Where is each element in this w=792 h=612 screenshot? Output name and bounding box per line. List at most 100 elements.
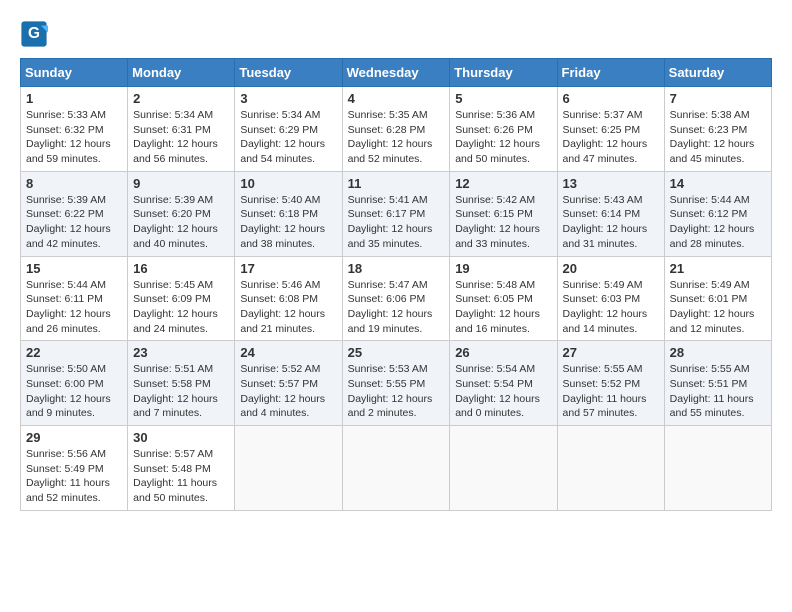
- calendar-cell: 14 Sunrise: 5:44 AM Sunset: 6:12 PM Dayl…: [664, 171, 771, 256]
- day-number: 26: [455, 345, 551, 360]
- day-number: 19: [455, 261, 551, 276]
- calendar-cell: 12 Sunrise: 5:42 AM Sunset: 6:15 PM Dayl…: [450, 171, 557, 256]
- svg-text:G: G: [28, 25, 40, 42]
- calendar-cell: 9 Sunrise: 5:39 AM Sunset: 6:20 PM Dayli…: [128, 171, 235, 256]
- day-number: 27: [563, 345, 659, 360]
- calendar-cell: 23 Sunrise: 5:51 AM Sunset: 5:58 PM Dayl…: [128, 341, 235, 426]
- day-number: 22: [26, 345, 122, 360]
- calendar-cell: 5 Sunrise: 5:36 AM Sunset: 6:26 PM Dayli…: [450, 87, 557, 172]
- day-info: Sunrise: 5:53 AM Sunset: 5:55 PM Dayligh…: [348, 362, 445, 421]
- day-info: Sunrise: 5:41 AM Sunset: 6:17 PM Dayligh…: [348, 193, 445, 252]
- calendar-cell: 22 Sunrise: 5:50 AM Sunset: 6:00 PM Dayl…: [21, 341, 128, 426]
- calendar-cell: 26 Sunrise: 5:54 AM Sunset: 5:54 PM Dayl…: [450, 341, 557, 426]
- day-number: 6: [563, 91, 659, 106]
- day-number: 3: [240, 91, 336, 106]
- day-info: Sunrise: 5:44 AM Sunset: 6:12 PM Dayligh…: [670, 193, 766, 252]
- day-number: 25: [348, 345, 445, 360]
- weekday-header-tuesday: Tuesday: [235, 59, 342, 87]
- day-info: Sunrise: 5:33 AM Sunset: 6:32 PM Dayligh…: [26, 108, 122, 167]
- day-info: Sunrise: 5:46 AM Sunset: 6:08 PM Dayligh…: [240, 278, 336, 337]
- day-number: 28: [670, 345, 766, 360]
- day-info: Sunrise: 5:34 AM Sunset: 6:31 PM Dayligh…: [133, 108, 229, 167]
- day-info: Sunrise: 5:50 AM Sunset: 6:00 PM Dayligh…: [26, 362, 122, 421]
- day-info: Sunrise: 5:49 AM Sunset: 6:03 PM Dayligh…: [563, 278, 659, 337]
- calendar-cell: 7 Sunrise: 5:38 AM Sunset: 6:23 PM Dayli…: [664, 87, 771, 172]
- page-header: G: [20, 20, 772, 48]
- calendar-week-1: 1 Sunrise: 5:33 AM Sunset: 6:32 PM Dayli…: [21, 87, 772, 172]
- calendar-week-2: 8 Sunrise: 5:39 AM Sunset: 6:22 PM Dayli…: [21, 171, 772, 256]
- calendar-cell: 16 Sunrise: 5:45 AM Sunset: 6:09 PM Dayl…: [128, 256, 235, 341]
- day-number: 4: [348, 91, 445, 106]
- calendar-cell: 4 Sunrise: 5:35 AM Sunset: 6:28 PM Dayli…: [342, 87, 450, 172]
- day-number: 5: [455, 91, 551, 106]
- day-number: 15: [26, 261, 122, 276]
- weekday-header-monday: Monday: [128, 59, 235, 87]
- calendar-cell: 15 Sunrise: 5:44 AM Sunset: 6:11 PM Dayl…: [21, 256, 128, 341]
- day-info: Sunrise: 5:51 AM Sunset: 5:58 PM Dayligh…: [133, 362, 229, 421]
- day-info: Sunrise: 5:40 AM Sunset: 6:18 PM Dayligh…: [240, 193, 336, 252]
- calendar-cell: 18 Sunrise: 5:47 AM Sunset: 6:06 PM Dayl…: [342, 256, 450, 341]
- calendar-cell: 29 Sunrise: 5:56 AM Sunset: 5:49 PM Dayl…: [21, 426, 128, 511]
- calendar-table: SundayMondayTuesdayWednesdayThursdayFrid…: [20, 58, 772, 511]
- day-number: 1: [26, 91, 122, 106]
- day-number: 11: [348, 176, 445, 191]
- weekday-header-row: SundayMondayTuesdayWednesdayThursdayFrid…: [21, 59, 772, 87]
- day-info: Sunrise: 5:35 AM Sunset: 6:28 PM Dayligh…: [348, 108, 445, 167]
- day-info: Sunrise: 5:47 AM Sunset: 6:06 PM Dayligh…: [348, 278, 445, 337]
- calendar-cell: [342, 426, 450, 511]
- day-info: Sunrise: 5:39 AM Sunset: 6:22 PM Dayligh…: [26, 193, 122, 252]
- day-number: 17: [240, 261, 336, 276]
- day-number: 21: [670, 261, 766, 276]
- day-info: Sunrise: 5:49 AM Sunset: 6:01 PM Dayligh…: [670, 278, 766, 337]
- calendar-cell: 28 Sunrise: 5:55 AM Sunset: 5:51 PM Dayl…: [664, 341, 771, 426]
- day-info: Sunrise: 5:45 AM Sunset: 6:09 PM Dayligh…: [133, 278, 229, 337]
- day-number: 23: [133, 345, 229, 360]
- day-number: 18: [348, 261, 445, 276]
- weekday-header-saturday: Saturday: [664, 59, 771, 87]
- day-number: 30: [133, 430, 229, 445]
- day-info: Sunrise: 5:54 AM Sunset: 5:54 PM Dayligh…: [455, 362, 551, 421]
- weekday-header-thursday: Thursday: [450, 59, 557, 87]
- calendar-cell: 17 Sunrise: 5:46 AM Sunset: 6:08 PM Dayl…: [235, 256, 342, 341]
- calendar-cell: [664, 426, 771, 511]
- day-info: Sunrise: 5:42 AM Sunset: 6:15 PM Dayligh…: [455, 193, 551, 252]
- day-info: Sunrise: 5:38 AM Sunset: 6:23 PM Dayligh…: [670, 108, 766, 167]
- weekday-header-wednesday: Wednesday: [342, 59, 450, 87]
- calendar-week-5: 29 Sunrise: 5:56 AM Sunset: 5:49 PM Dayl…: [21, 426, 772, 511]
- day-info: Sunrise: 5:56 AM Sunset: 5:49 PM Dayligh…: [26, 447, 122, 506]
- day-number: 10: [240, 176, 336, 191]
- calendar-cell: 10 Sunrise: 5:40 AM Sunset: 6:18 PM Dayl…: [235, 171, 342, 256]
- day-info: Sunrise: 5:48 AM Sunset: 6:05 PM Dayligh…: [455, 278, 551, 337]
- calendar-cell: 2 Sunrise: 5:34 AM Sunset: 6:31 PM Dayli…: [128, 87, 235, 172]
- day-number: 9: [133, 176, 229, 191]
- calendar-cell: 21 Sunrise: 5:49 AM Sunset: 6:01 PM Dayl…: [664, 256, 771, 341]
- calendar-cell: 25 Sunrise: 5:53 AM Sunset: 5:55 PM Dayl…: [342, 341, 450, 426]
- day-number: 24: [240, 345, 336, 360]
- day-info: Sunrise: 5:52 AM Sunset: 5:57 PM Dayligh…: [240, 362, 336, 421]
- day-number: 16: [133, 261, 229, 276]
- calendar-cell: [235, 426, 342, 511]
- calendar-cell: 11 Sunrise: 5:41 AM Sunset: 6:17 PM Dayl…: [342, 171, 450, 256]
- day-number: 14: [670, 176, 766, 191]
- day-info: Sunrise: 5:55 AM Sunset: 5:51 PM Dayligh…: [670, 362, 766, 421]
- day-number: 13: [563, 176, 659, 191]
- day-number: 2: [133, 91, 229, 106]
- calendar-cell: 8 Sunrise: 5:39 AM Sunset: 6:22 PM Dayli…: [21, 171, 128, 256]
- calendar-cell: 27 Sunrise: 5:55 AM Sunset: 5:52 PM Dayl…: [557, 341, 664, 426]
- calendar-cell: [450, 426, 557, 511]
- day-info: Sunrise: 5:34 AM Sunset: 6:29 PM Dayligh…: [240, 108, 336, 167]
- calendar-cell: 20 Sunrise: 5:49 AM Sunset: 6:03 PM Dayl…: [557, 256, 664, 341]
- day-info: Sunrise: 5:39 AM Sunset: 6:20 PM Dayligh…: [133, 193, 229, 252]
- calendar-cell: 13 Sunrise: 5:43 AM Sunset: 6:14 PM Dayl…: [557, 171, 664, 256]
- weekday-header-sunday: Sunday: [21, 59, 128, 87]
- day-number: 29: [26, 430, 122, 445]
- day-info: Sunrise: 5:57 AM Sunset: 5:48 PM Dayligh…: [133, 447, 229, 506]
- calendar-cell: 6 Sunrise: 5:37 AM Sunset: 6:25 PM Dayli…: [557, 87, 664, 172]
- day-info: Sunrise: 5:55 AM Sunset: 5:52 PM Dayligh…: [563, 362, 659, 421]
- calendar-cell: 30 Sunrise: 5:57 AM Sunset: 5:48 PM Dayl…: [128, 426, 235, 511]
- day-info: Sunrise: 5:37 AM Sunset: 6:25 PM Dayligh…: [563, 108, 659, 167]
- calendar-cell: [557, 426, 664, 511]
- day-info: Sunrise: 5:36 AM Sunset: 6:26 PM Dayligh…: [455, 108, 551, 167]
- weekday-header-friday: Friday: [557, 59, 664, 87]
- calendar-cell: 1 Sunrise: 5:33 AM Sunset: 6:32 PM Dayli…: [21, 87, 128, 172]
